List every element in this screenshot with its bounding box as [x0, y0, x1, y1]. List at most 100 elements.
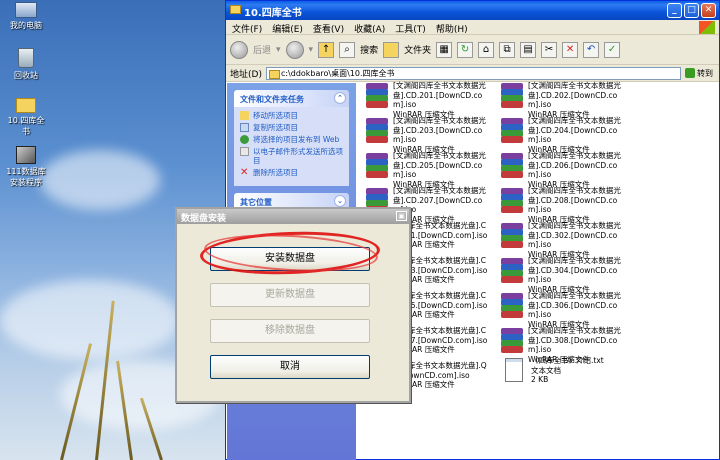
- delete-icon[interactable]: ✕: [562, 41, 579, 58]
- file-name: [文渊阁四库全书文本数据光盘].CD.201.[DownCD.com].iso: [393, 81, 486, 109]
- winrar-archive-icon: [498, 118, 526, 144]
- chevron-up-icon[interactable]: ⌃: [334, 92, 346, 104]
- file-item-rar[interactable]: [文渊阁四库全书文本数据光盘].CD.302.[DownCD.com].iso W…: [498, 221, 630, 259]
- undo-icon[interactable]: ↶: [583, 41, 600, 58]
- task-email[interactable]: 以电子邮件形式发送所选项目: [240, 147, 343, 165]
- desktop-icon-label: 回收站: [14, 71, 38, 80]
- refresh-icon[interactable]: ↻: [457, 41, 474, 58]
- file-item-txt[interactable]: 《四库全书》介绍.txt 文本文档 2 KB: [501, 356, 633, 388]
- window-titlebar[interactable]: 10.四库全书 _ □ ✕: [226, 1, 719, 20]
- email-icon: [240, 147, 249, 156]
- desktop-icon-installer[interactable]: 111数据库安装程序: [4, 146, 48, 188]
- winrar-archive-icon: [498, 258, 526, 284]
- address-input[interactable]: c:\ddokbaro\桌面\10.四库全书: [265, 66, 681, 80]
- file-item-rar[interactable]: [文渊阁四库全书文本数据光盘].CD.206.[DownCD.com].iso W…: [498, 151, 630, 189]
- recycle-bin-icon: [18, 48, 34, 68]
- file-item-rar[interactable]: [文渊阁四库全书文本数据光盘].CD.201.[DownCD.com].iso W…: [363, 81, 495, 119]
- file-item-rar[interactable]: [文渊阁四库全书文本数据光盘].CD.304.[DownCD.com].iso W…: [498, 256, 630, 294]
- winrar-archive-icon: [363, 118, 391, 144]
- file-name: [文渊阁四库全书文本数据光盘].CD.208.[DownCD.com].iso: [528, 186, 621, 214]
- file-name: [文渊阁四库全书文本数据光盘].CD.304.[DownCD.com].iso: [528, 256, 621, 284]
- file-name: [文渊阁四库全书文本数据光盘].CD.205.[DownCD.com].iso: [393, 151, 486, 179]
- desktop-icon-my-computer[interactable]: 我的电脑: [4, 2, 48, 31]
- chevron-down-icon[interactable]: ⌄: [334, 195, 346, 207]
- remove-data-button[interactable]: 移除数据盘: [210, 319, 370, 343]
- globe-icon: [240, 135, 249, 144]
- search-icon[interactable]: ⌕: [339, 41, 356, 58]
- task-delete[interactable]: ✕ 删除所选项目: [240, 167, 343, 178]
- move-icon: [240, 111, 249, 120]
- file-item-rar[interactable]: [文渊阁四库全书文本数据光盘].CD.202.[DownCD.com].iso W…: [498, 81, 630, 119]
- menu-tools[interactable]: 工具(T): [395, 22, 426, 35]
- computer-icon: [15, 2, 37, 18]
- menu-bar: 文件(F) 编辑(E) 查看(V) 收藏(A) 工具(T) 帮助(H): [226, 20, 719, 35]
- address-bar: 地址(D) c:\ddokbaro\桌面\10.四库全书 转到: [226, 65, 719, 82]
- home-icon[interactable]: ⌂: [478, 41, 495, 58]
- delete-icon: ✕: [240, 167, 249, 178]
- dialog-title: 数据盘安装: [181, 214, 227, 224]
- file-item-rar[interactable]: [文渊阁四库全书文本数据光盘].CD.205.[DownCD.com].iso W…: [363, 151, 495, 189]
- file-name: [文渊阁四库全书文本数据光盘].CD.308.[DownCD.com].iso: [528, 326, 621, 354]
- file-item-rar[interactable]: [文渊阁四库全书文本数据光盘].CD.308.[DownCD.com].iso W…: [498, 326, 630, 364]
- winrar-archive-icon: [498, 83, 526, 109]
- folders-button[interactable]: 文件夹: [404, 43, 431, 56]
- folder-up-icon[interactable]: ↑: [318, 41, 335, 58]
- window-title: 10.四库全书: [244, 8, 302, 19]
- maximize-button[interactable]: □: [684, 3, 699, 18]
- menu-edit[interactable]: 编辑(E): [272, 22, 303, 35]
- winrar-archive-icon: [498, 328, 526, 354]
- task-publish-web[interactable]: 将选择的项目发布到 Web: [240, 135, 343, 144]
- copy-to-icon[interactable]: ⧉: [499, 41, 516, 58]
- file-item-rar[interactable]: [文渊阁四库全书文本数据光盘].CD.208.[DownCD.com].iso W…: [498, 186, 630, 224]
- paste-icon[interactable]: ▤: [520, 41, 537, 58]
- menu-file[interactable]: 文件(F): [232, 22, 262, 35]
- update-data-button[interactable]: 更新数据盘: [210, 283, 370, 307]
- file-name: [文渊阁四库全书文本数据光盘].CD.202.[DownCD.com].iso: [528, 81, 621, 109]
- task-copy[interactable]: 复制所选项目: [240, 123, 343, 132]
- file-tasks-panel: 文件和文件夹任务 ⌃ 移动所选项目 复制所选项目 将选择的项目发布到 Web 以…: [234, 90, 349, 186]
- file-name: 《四库全书》介绍.txt: [531, 356, 604, 365]
- desktop-icon-label: 10.四库全书: [7, 116, 45, 136]
- file-tasks-header[interactable]: 文件和文件夹任务 ⌃: [234, 90, 349, 107]
- properties-icon[interactable]: ✓: [604, 41, 621, 58]
- forward-arrow-icon[interactable]: [285, 40, 304, 59]
- file-item-rar[interactable]: [文渊阁四库全书文本数据光盘].CD.203.[DownCD.com].iso W…: [363, 116, 495, 154]
- back-arrow-icon[interactable]: [230, 40, 248, 59]
- desktop-icon-label: 我的电脑: [10, 21, 42, 30]
- installer-icon: [16, 146, 36, 164]
- file-type: 文本文档: [531, 365, 561, 375]
- back-label[interactable]: 后退: [253, 43, 271, 56]
- menu-favorites[interactable]: 收藏(A): [354, 22, 385, 35]
- cancel-button[interactable]: 取消: [210, 355, 370, 379]
- copy-icon: [240, 123, 249, 132]
- file-size: 2 KB: [531, 375, 549, 384]
- desktop-icon-recycle-bin[interactable]: 回收站: [4, 48, 48, 81]
- chevron-down-icon[interactable]: ▾: [309, 45, 314, 55]
- dialog-titlebar[interactable]: 数据盘安装 ▣: [177, 209, 409, 224]
- views-icon[interactable]: ▦: [436, 41, 453, 58]
- text-document-icon: [505, 358, 523, 382]
- search-button[interactable]: 搜索: [360, 43, 378, 56]
- file-name: [文渊阁四库全书文本数据光盘].CD.306.[DownCD.com].iso: [528, 291, 621, 319]
- cut-icon[interactable]: ✂: [541, 41, 558, 58]
- winrar-archive-icon: [498, 293, 526, 319]
- go-button[interactable]: 转到: [685, 67, 715, 80]
- desktop-icon-label: 111数据库安装程序: [6, 167, 46, 187]
- menu-help[interactable]: 帮助(H): [436, 22, 468, 35]
- close-button[interactable]: ✕: [701, 3, 716, 18]
- file-name: [文渊阁四库全书文本数据光盘].CD.204.[DownCD.com].iso: [528, 116, 621, 144]
- minimize-button[interactable]: _: [667, 3, 682, 18]
- file-name: [文渊阁四库全书文本数据光盘].CD.203.[DownCD.com].iso: [393, 116, 486, 144]
- winrar-archive-icon: [498, 223, 526, 249]
- menu-view[interactable]: 查看(V): [313, 22, 344, 35]
- desktop-icon-folder[interactable]: 10.四库全书: [4, 98, 48, 137]
- close-icon[interactable]: ▣: [396, 211, 407, 221]
- folder-icon: [230, 5, 241, 14]
- chevron-down-icon[interactable]: ▾: [276, 45, 281, 55]
- file-item-rar[interactable]: [文渊阁四库全书文本数据光盘].CD.306.[DownCD.com].iso W…: [498, 291, 630, 329]
- cloud: [40, 150, 160, 210]
- file-item-rar[interactable]: [文渊阁四库全书文本数据光盘].CD.204.[DownCD.com].iso W…: [498, 116, 630, 154]
- task-move[interactable]: 移动所选项目: [240, 111, 343, 120]
- folders-icon[interactable]: [383, 41, 400, 58]
- file-name: [文渊阁四库全书文本数据光盘].CD.302.[DownCD.com].iso: [528, 221, 621, 249]
